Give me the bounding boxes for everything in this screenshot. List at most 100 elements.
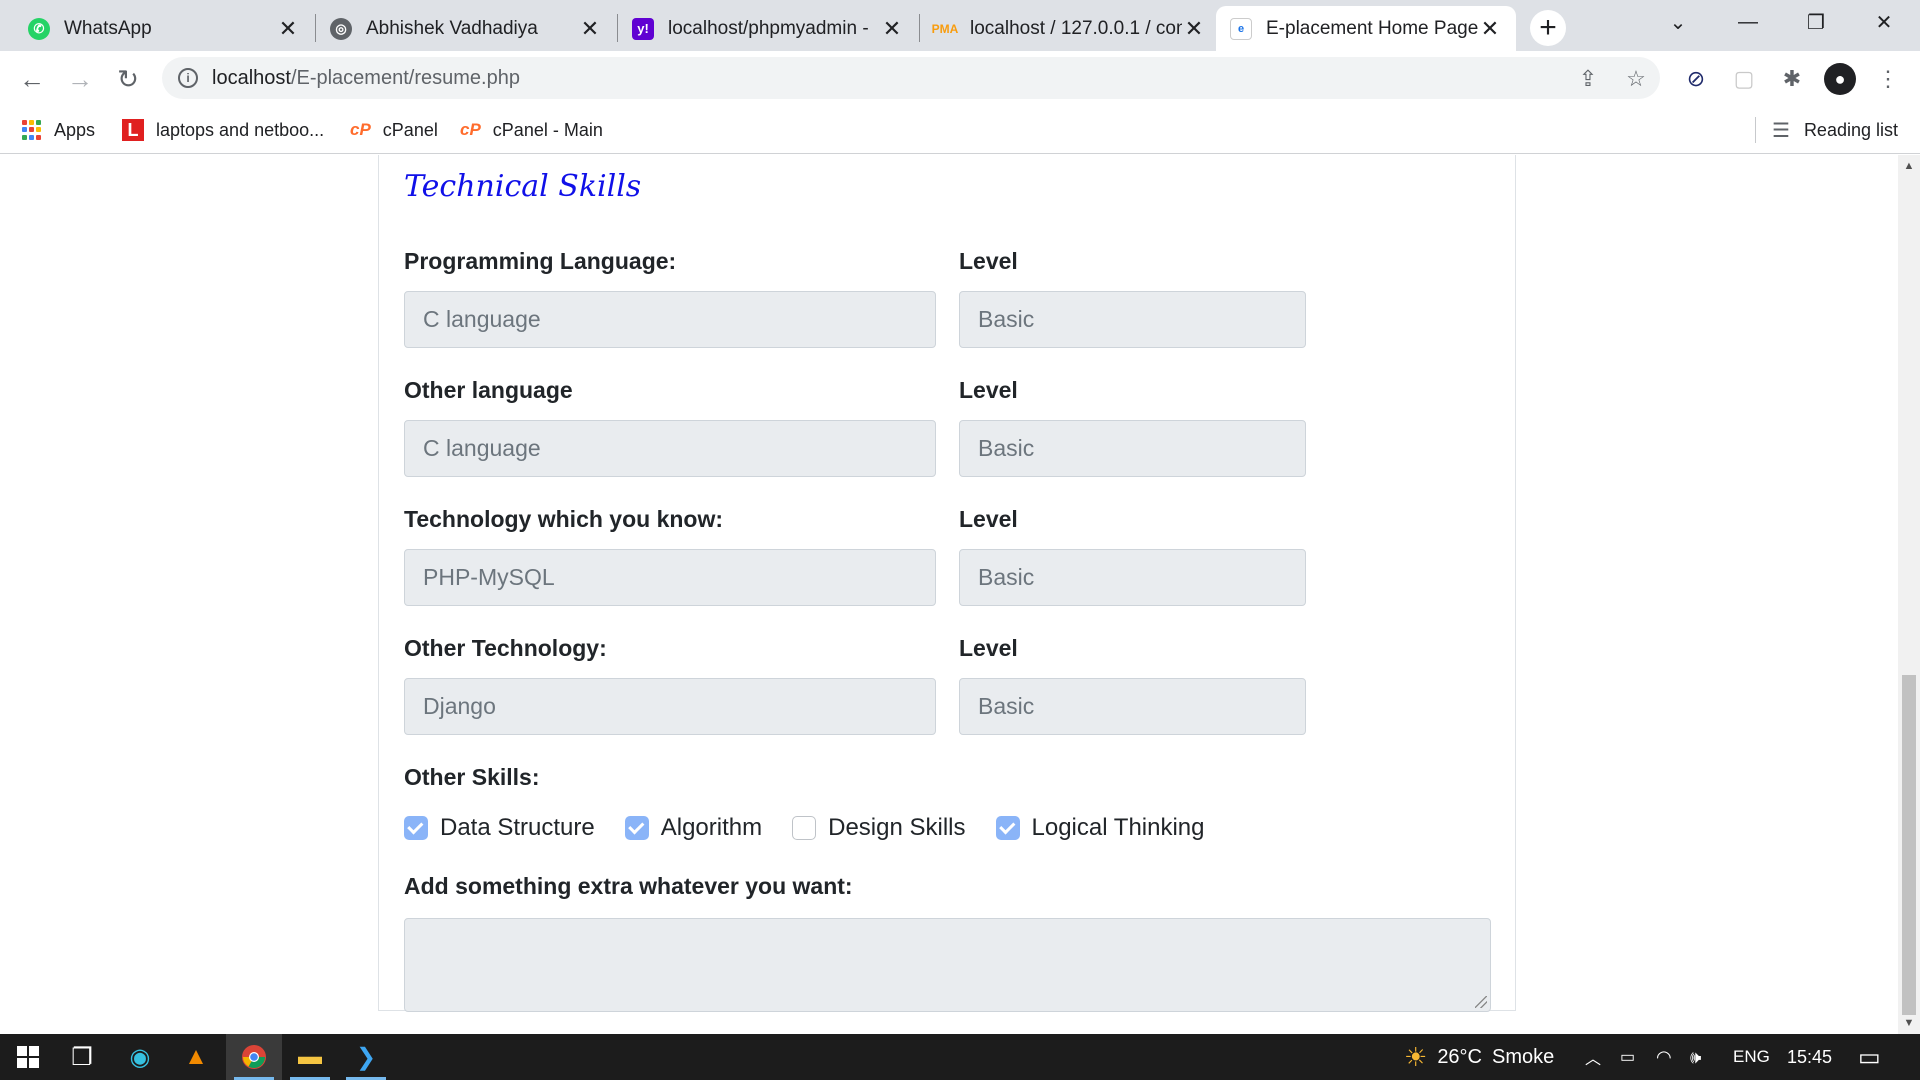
extension-icon[interactable]: ▢ [1730,65,1758,93]
profile-avatar-icon[interactable]: ● [1824,63,1856,95]
menu-kebab-icon[interactable]: ⋮ [1874,65,1902,93]
bookmark-star-icon[interactable]: ☆ [1624,66,1648,91]
tab-phpmyadmin[interactable]: y! localhost/phpmyadmin - ✕ [618,6,918,51]
tab-localhost[interactable]: PMA localhost / 127.0.0.1 / con ✕ [920,6,1220,51]
reload-icon[interactable]: ↻ [108,59,148,99]
cpanel-icon: cP [460,120,481,139]
lenovo-icon: L [122,119,144,141]
programming-level-field[interactable]: Basic [959,291,1306,348]
windows-start-icon[interactable] [0,1034,56,1080]
section-title: Technical Skills [404,169,642,204]
task-view-icon[interactable]: ❐ [54,1034,110,1080]
globe-icon: ◎ [330,17,352,40]
level-label: Level [959,635,1018,661]
checkbox-checked-icon[interactable] [995,816,1020,840]
other-skills-label: Other Skills: [404,764,540,790]
page-scrollbar[interactable]: ▲ ▼ [1898,155,1920,1034]
tab-title: E-placement Home Page [1266,17,1478,39]
technology-label: Technology which you know: [404,506,724,532]
close-tab-icon[interactable]: ✕ [880,16,904,42]
share-icon[interactable]: ⇪ [1576,66,1600,91]
cpanel-icon: cP [350,120,371,139]
checkbox-data-structure[interactable]: Data Structure [404,814,595,842]
bookmark-label: laptops and netboo... [156,119,325,140]
level-label: Level [959,506,1018,532]
volume-icon[interactable]: 🕪 [1690,1034,1701,1080]
other-language-label: Other language [404,377,573,403]
extensions-puzzle-icon[interactable]: ✱ [1778,65,1806,93]
battery-icon[interactable]: ▭ [1620,1034,1635,1080]
weather-desc: Smoke [1492,1045,1555,1068]
page-viewport: Technical Skills Programming Language: L… [0,155,1898,1034]
checkbox-label: Design Skills [828,814,966,841]
close-tab-icon[interactable]: ✕ [1182,16,1206,42]
extra-info-textarea[interactable] [404,918,1491,1012]
bookmark-laptops[interactable]: L laptops and netboo... [122,114,324,146]
close-tab-icon[interactable]: ✕ [1478,16,1502,42]
other-technology-level-field[interactable]: Basic [959,678,1306,735]
other-skills-checkboxes: Data Structure Algorithm Design Skills L… [404,812,1235,844]
file-explorer-icon[interactable]: ▬ [282,1034,338,1080]
checkbox-algorithm[interactable]: Algorithm [624,814,762,842]
reading-list-icon: ☰ [1772,119,1790,142]
checkbox-unchecked-icon[interactable] [792,816,817,840]
checkbox-label: Logical Thinking [1031,814,1205,841]
level-label: Level [959,248,1018,274]
close-tab-icon[interactable]: ✕ [276,16,300,42]
weather-widget[interactable]: ☀ 26°C Smoke [1404,1034,1554,1080]
browser-toolbar: ← → ↻ i localhost/E-placement/resume.php… [0,51,1920,106]
vscode-icon[interactable]: ❯ [338,1034,394,1080]
checkbox-design-skills[interactable]: Design Skills [792,814,966,842]
forward-icon[interactable]: → [60,59,100,99]
technology-field[interactable]: PHP-MySQL [404,549,936,606]
blocker-extension-icon[interactable]: ⊘ [1682,65,1710,93]
input-language[interactable]: ENG [1733,1034,1770,1080]
checkbox-checked-icon[interactable] [404,816,428,840]
address-bar[interactable]: i localhost/E-placement/resume.php ⇪ ☆ [162,57,1660,99]
resize-grip-icon[interactable] [1475,996,1487,1008]
bookmark-label: cPanel - Main [492,119,603,140]
divider [1755,117,1756,143]
weather-temp: 26°C [1437,1045,1482,1068]
bookmark-cpanel[interactable]: cP cPanel [350,114,438,146]
vlc-icon[interactable]: ▲ [168,1034,224,1080]
show-hidden-icons-icon[interactable]: ︿ [1585,1034,1601,1080]
other-language-level-field[interactable]: Basic [959,420,1306,477]
scroll-up-arrow-icon[interactable]: ▲ [1902,159,1916,173]
scrollbar-thumb[interactable] [1902,675,1916,1015]
reading-list-label: Reading list [1803,119,1898,140]
other-technology-field[interactable]: Django [404,678,936,735]
close-tab-icon[interactable]: ✕ [578,16,602,42]
technology-level-field[interactable]: Basic [959,549,1306,606]
extra-info-label: Add something extra whatever you want: [404,873,853,899]
url-text[interactable]: localhost/E-placement/resume.php [212,67,520,90]
tab-whatsapp[interactable]: ✆ WhatsApp ✕ [14,6,314,51]
scroll-down-arrow-icon[interactable]: ▼ [1902,1016,1916,1030]
bookmark-cpanel-main[interactable]: cP cPanel - Main [460,114,603,146]
tab-title: localhost/phpmyadmin - [668,17,869,39]
back-icon[interactable]: ← [12,59,52,99]
checkbox-logical-thinking[interactable]: Logical Thinking [995,814,1205,842]
new-tab-button[interactable]: + [1530,10,1566,46]
notifications-icon[interactable]: ▭ [1858,1034,1881,1080]
other-language-field[interactable]: C language [404,420,936,477]
checkbox-checked-icon[interactable] [624,816,649,840]
bookmark-label: Apps [54,119,96,140]
minimize-icon[interactable]: — [1714,0,1782,44]
bookmark-apps[interactable]: Apps [22,114,95,146]
programming-language-label: Programming Language: [404,248,677,274]
tab-title: localhost / 127.0.0.1 / con [970,17,1182,39]
tab-search-icon[interactable]: ⌄ [1644,0,1712,44]
site-info-icon[interactable]: i [178,68,198,88]
close-window-icon[interactable]: ✕ [1850,0,1918,44]
tab-eplacement[interactable]: e E-placement Home Page ✕ [1216,6,1516,51]
edge-icon[interactable]: ◉ [112,1034,168,1080]
chrome-icon[interactable] [226,1034,282,1080]
tab-abhishek[interactable]: ◎ Abhishek Vadhadiya ✕ [316,6,616,51]
tab-title: WhatsApp [64,17,152,39]
wifi-icon[interactable]: ◠ [1656,1034,1672,1080]
programming-language-field[interactable]: C language [404,291,936,348]
restore-icon[interactable]: ❐ [1782,0,1850,44]
reading-list-button[interactable]: ☰ Reading list [1755,114,1898,146]
clock-time[interactable]: 15:45 [1787,1034,1832,1080]
